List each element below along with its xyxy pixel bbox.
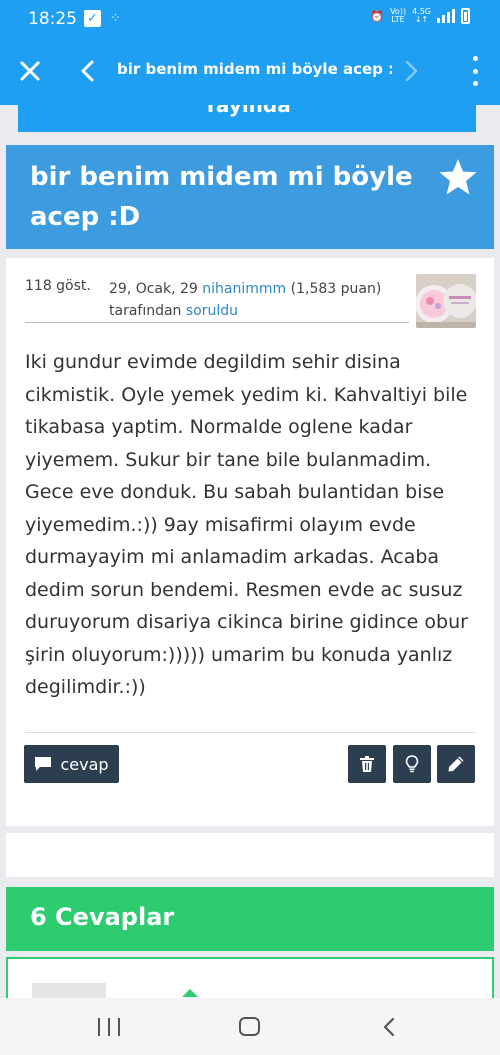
favorite-star-icon[interactable] <box>438 157 478 197</box>
answer-card <box>6 957 494 1003</box>
back-icon[interactable] <box>76 57 100 85</box>
question-title: bir benim midem mi böyle acep :D <box>30 162 413 232</box>
volte-indicator: Vo)) LTE <box>390 7 407 24</box>
meta-divider <box>25 322 409 323</box>
by-label: tarafından <box>109 303 182 319</box>
question-card: 118 göst. 29, Ocak, 29 nihanimmm (1,583 … <box>6 258 494 826</box>
status-bar: 18:25 ✓ ⁘ ⏰ Vo)) LTE 4.5G ↓↑ <box>0 0 500 38</box>
view-count: 118 göst. <box>25 278 91 294</box>
recent-apps-icon[interactable] <box>98 1018 120 1036</box>
close-icon[interactable] <box>16 57 44 85</box>
system-back-icon[interactable] <box>380 1016 400 1038</box>
answers-count-title: 6 Cevaplar <box>30 903 175 931</box>
body-divider <box>25 732 476 733</box>
vote-up-icon[interactable] <box>182 989 198 997</box>
pencil-icon <box>448 756 464 772</box>
checkbox-notification-icon: ✓ <box>84 10 101 27</box>
answer-button[interactable]: cevap <box>24 745 119 783</box>
app-bar: bir benim midem mi böyle acep :D... <box>0 38 500 105</box>
author-link[interactable]: nihanimmm <box>202 281 286 297</box>
publish-button[interactable]: Yayında <box>18 105 476 132</box>
delete-button[interactable] <box>348 745 386 783</box>
comment-icon <box>35 757 52 771</box>
question-title-panel: bir benim midem mi böyle acep :D <box>6 145 494 249</box>
network-type-indicator: 4.5G ↓↑ <box>412 7 431 24</box>
trash-icon <box>360 756 374 772</box>
question-body: Iki gundur evimde degildim sehir disina … <box>25 351 468 698</box>
question-date: 29, Ocak, 29 <box>109 281 198 297</box>
asked-link[interactable]: soruldu <box>186 303 238 319</box>
question-meta: 29, Ocak, 29 nihanimmm (1,583 puan) tara… <box>109 278 409 322</box>
signal-strength-icon <box>437 9 455 23</box>
status-time: 18:25 <box>28 9 77 29</box>
answer-button-label: cevap <box>60 754 109 774</box>
status-icons: ⏰ Vo)) LTE 4.5G ↓↑ <box>370 8 470 24</box>
forward-icon[interactable] <box>400 57 422 85</box>
empty-panel <box>6 833 494 877</box>
alarm-icon: ⏰ <box>370 9 385 23</box>
edit-button[interactable] <box>437 745 475 783</box>
author-avatar[interactable] <box>416 274 476 328</box>
battery-icon <box>461 8 470 24</box>
answers-header: 6 Cevaplar <box>6 887 494 951</box>
more-options-icon[interactable] <box>466 56 484 86</box>
home-icon[interactable] <box>239 1017 260 1036</box>
page-title: bir benim midem mi böyle acep :D... <box>117 60 392 78</box>
author-points: (1,583 puan) <box>290 281 382 297</box>
hint-button[interactable] <box>393 745 431 783</box>
apps-grid-icon: ⁘ <box>110 11 121 26</box>
publish-button-label: Yayında <box>203 105 291 117</box>
system-navigation-bar <box>0 998 500 1055</box>
lightbulb-icon <box>405 755 419 773</box>
